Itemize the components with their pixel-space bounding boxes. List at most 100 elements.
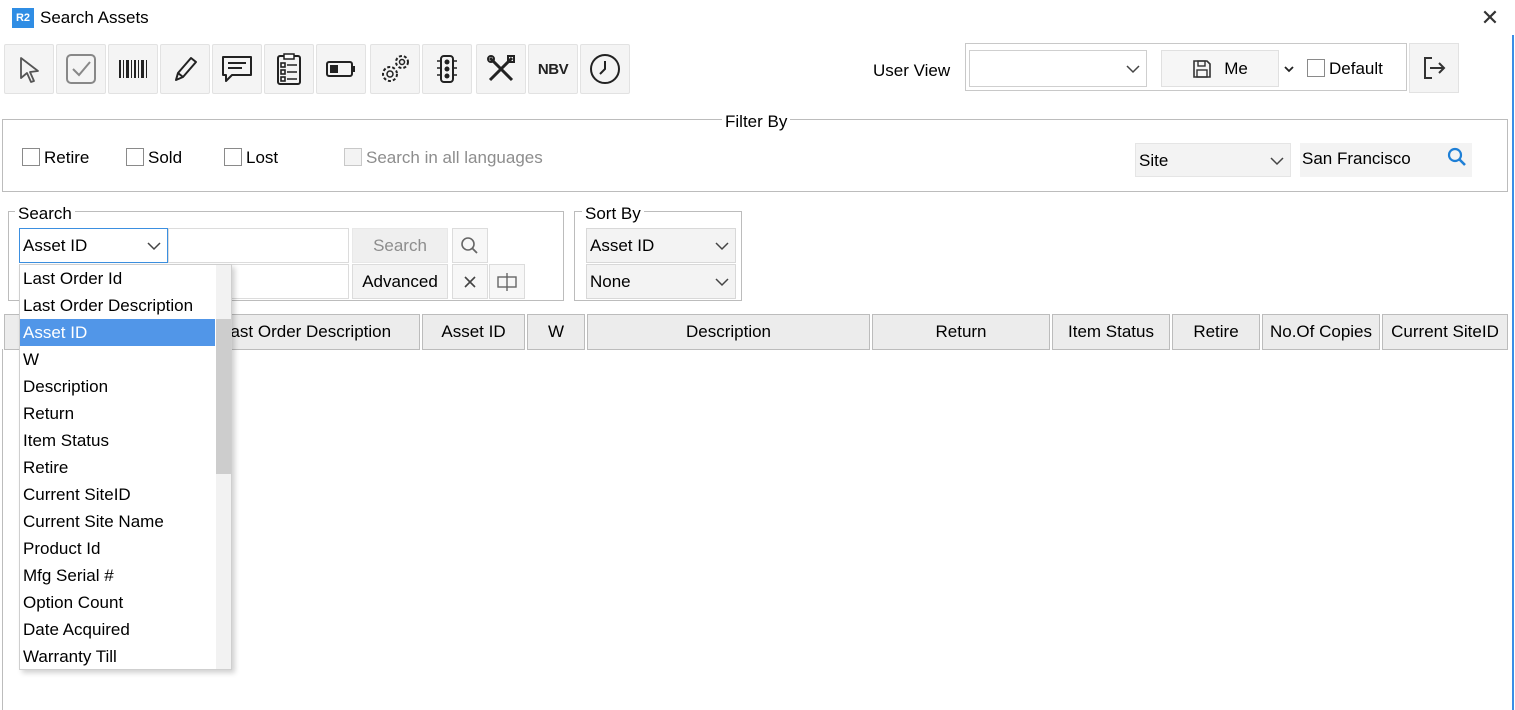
column-header-w[interactable]: W xyxy=(527,314,585,350)
me-label: Me xyxy=(1224,58,1248,78)
checkbox-icon xyxy=(66,54,96,84)
comment-icon xyxy=(222,56,252,82)
dropdown-item-selected[interactable]: Asset ID xyxy=(20,319,215,346)
sort-secondary-select[interactable]: None xyxy=(586,264,736,299)
chevron-down-icon xyxy=(1126,65,1140,74)
app-logo: R2 xyxy=(12,8,34,28)
approve-button[interactable] xyxy=(56,44,106,94)
column-header-current-siteid[interactable]: Current SiteID xyxy=(1382,314,1508,350)
search-field-select[interactable]: Asset ID xyxy=(19,228,168,263)
scope-value: San Francisco xyxy=(1302,149,1411,168)
exit-button[interactable] xyxy=(1409,43,1459,93)
dropdown-item[interactable]: Product Id xyxy=(20,535,215,562)
me-dropdown-button[interactable] xyxy=(1281,50,1297,87)
close-window-button[interactable]: ✕ xyxy=(1478,6,1502,30)
sort-primary-value: Asset ID xyxy=(590,236,655,255)
column-header-label: Last Order Description xyxy=(221,322,392,341)
dropdown-item[interactable]: Last Order Description xyxy=(20,292,215,319)
settings-button[interactable] xyxy=(370,44,420,94)
user-view-select[interactable] xyxy=(969,50,1147,87)
search-icon xyxy=(461,236,478,254)
dropdown-item[interactable]: Item Status xyxy=(20,427,215,454)
search-field-value: Asset ID xyxy=(23,236,88,255)
dropdown-item[interactable]: Date Acquired xyxy=(20,616,215,643)
select-tool-button[interactable] xyxy=(4,44,54,94)
battery-icon xyxy=(326,61,355,77)
column-header-description[interactable]: Description xyxy=(587,314,870,350)
dropdown-item[interactable]: Warranty Till xyxy=(20,643,215,669)
scope-lookup-button[interactable] xyxy=(1447,147,1467,172)
battery-button[interactable] xyxy=(316,44,366,94)
chevron-down-icon xyxy=(1284,65,1294,72)
all-languages-label: Search in all languages xyxy=(366,148,543,167)
clock-icon xyxy=(590,54,620,84)
column-header-item-status[interactable]: Item Status xyxy=(1052,314,1170,350)
chevron-down-icon xyxy=(147,242,161,251)
lost-label: Lost xyxy=(246,148,279,167)
sort-primary-select[interactable]: Asset ID xyxy=(586,228,736,263)
close-icon xyxy=(464,275,476,288)
window-border xyxy=(1512,35,1514,710)
filter-group-title: Filter By xyxy=(722,112,791,132)
all-languages-checkbox[interactable] xyxy=(344,148,362,166)
edit-button[interactable] xyxy=(160,44,210,94)
traffic-light-icon xyxy=(437,55,457,83)
sort-secondary-value: None xyxy=(590,272,631,291)
dropdown-item[interactable]: W xyxy=(20,346,215,373)
nbv-label: NBV xyxy=(537,60,569,78)
notes-button[interactable] xyxy=(212,44,262,94)
advanced-button[interactable]: Advanced xyxy=(352,264,448,299)
retire-label: Retire xyxy=(44,148,90,167)
status-light-button[interactable] xyxy=(422,44,472,94)
dropdown-item[interactable]: Mfg Serial # xyxy=(20,562,215,589)
default-view-label: Default xyxy=(1329,59,1383,78)
grid-left-border xyxy=(2,349,3,710)
column-header-retire[interactable]: Retire xyxy=(1172,314,1260,350)
clear-search-button[interactable] xyxy=(452,264,488,299)
dropdown-item[interactable]: Last Order Id xyxy=(20,265,215,292)
barcode-icon xyxy=(119,60,147,78)
chevron-down-icon xyxy=(715,278,729,287)
column-chooser-button[interactable] xyxy=(489,264,525,299)
sign-out-icon xyxy=(1424,57,1446,79)
default-view-checkbox[interactable] xyxy=(1307,59,1325,77)
user-view-label: User View xyxy=(873,61,951,80)
sold-label: Sold xyxy=(148,148,183,167)
search-input[interactable] xyxy=(168,228,349,263)
dropdown-item[interactable]: Return xyxy=(20,400,215,427)
dropdown-scrollbar[interactable] xyxy=(216,265,231,669)
gears-icon xyxy=(382,55,409,82)
pencil-icon xyxy=(175,57,197,81)
lookup-button[interactable] xyxy=(452,228,488,263)
lost-checkbox[interactable] xyxy=(224,148,242,166)
checklist-button[interactable] xyxy=(264,44,314,94)
tools-icon xyxy=(487,55,515,82)
column-header-asset-id[interactable]: Asset ID xyxy=(422,314,525,350)
search-icon xyxy=(1447,147,1466,166)
search-group-title: Search xyxy=(15,204,75,224)
checklist-icon xyxy=(277,53,301,85)
dropdown-item[interactable]: Description xyxy=(20,373,215,400)
dropdown-item[interactable]: Option Count xyxy=(20,589,215,616)
retire-checkbox[interactable] xyxy=(22,148,40,166)
barcode-button[interactable] xyxy=(108,44,158,94)
dropdown-item[interactable]: Current SiteID xyxy=(20,481,215,508)
grid-row-header[interactable] xyxy=(4,314,20,350)
save-icon xyxy=(1193,59,1211,78)
sort-by-title: Sort By xyxy=(582,204,644,224)
column-header-return[interactable]: Return xyxy=(872,314,1050,350)
history-button[interactable] xyxy=(580,44,630,94)
dropdown-scroll-thumb[interactable] xyxy=(216,319,231,474)
maintenance-button[interactable] xyxy=(476,44,526,94)
column-header-no-of-copies[interactable]: No.Of Copies xyxy=(1262,314,1380,350)
search-button[interactable]: Search xyxy=(352,228,448,263)
dropdown-item[interactable]: Retire xyxy=(20,454,215,481)
save-view-me-button[interactable]: Me xyxy=(1161,50,1279,87)
sold-checkbox[interactable] xyxy=(126,148,144,166)
column-resize-icon xyxy=(497,272,517,291)
nbv-button[interactable]: NBV xyxy=(528,44,578,94)
search-field-dropdown[interactable]: Last Order Id Last Order Description Ass… xyxy=(19,264,232,670)
scope-select[interactable]: Site xyxy=(1135,143,1291,177)
window-title: Search Assets xyxy=(40,8,149,27)
dropdown-item[interactable]: Current Site Name xyxy=(20,508,215,535)
